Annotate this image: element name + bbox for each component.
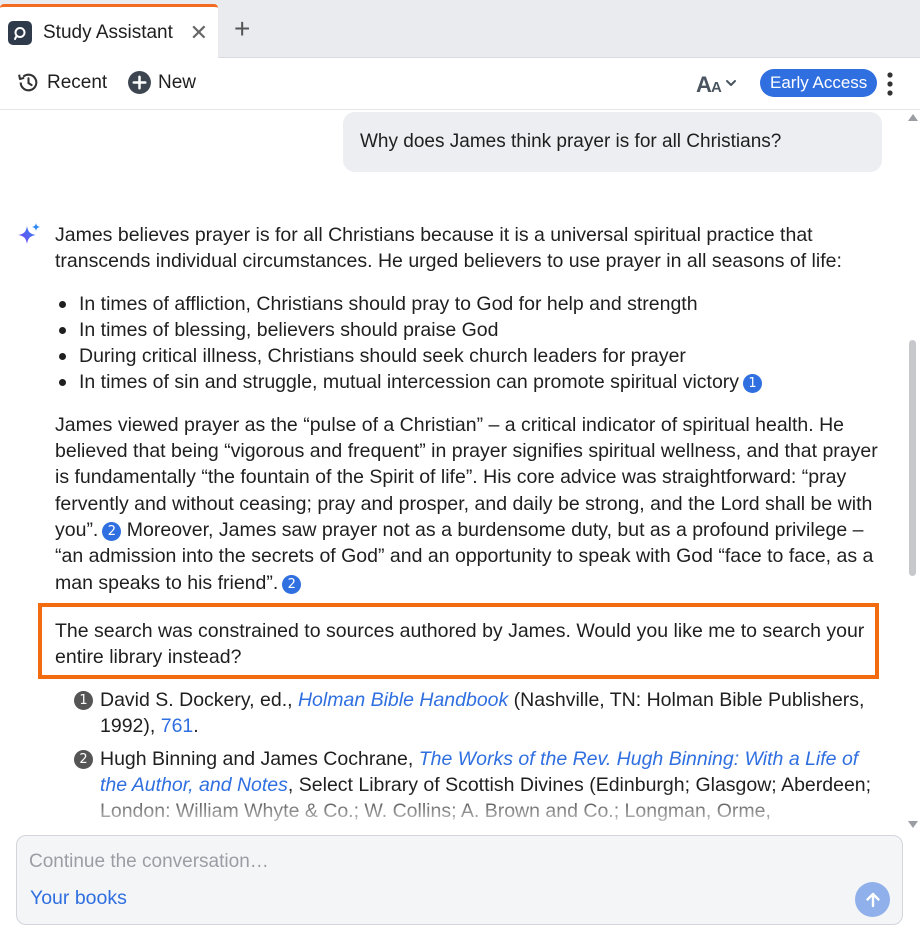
your-books-scope-link[interactable]: Your books	[30, 887, 127, 910]
recent-label: Recent	[47, 71, 108, 93]
new-tab-button[interactable]: +	[234, 14, 250, 44]
user-message: Why does James think prayer is for all C…	[343, 112, 882, 172]
recent-button[interactable]: Recent	[16, 70, 107, 95]
study-assistant-logo-icon	[8, 20, 32, 45]
tab-study-assistant[interactable]: Study Assistant ✕	[0, 4, 218, 58]
citation-badge[interactable]: 2	[282, 574, 302, 594]
reference-number: 2	[74, 749, 93, 769]
tab-title: Study Assistant	[43, 21, 173, 43]
early-access-badge[interactable]: Early Access	[760, 69, 878, 97]
reference-number: 1	[74, 691, 93, 710]
scroll-up-icon[interactable]	[908, 114, 918, 121]
tab-strip: Study Assistant ✕ +	[0, 0, 920, 58]
more-vertical-icon[interactable]	[882, 70, 898, 98]
conversation-panel: Why does James think prayer is for all C…	[0, 110, 904, 832]
scroll-thumb[interactable]	[909, 340, 916, 576]
history-icon	[18, 73, 38, 92]
list-item: In times of blessing, believers should p…	[55, 317, 885, 343]
new-button[interactable]: New	[127, 70, 196, 95]
plus-circle-icon	[128, 71, 151, 94]
content-fade	[0, 790, 904, 832]
svg-text:A: A	[711, 79, 722, 96]
svg-text:A: A	[696, 72, 712, 96]
font-size-button[interactable]: A A	[696, 72, 740, 96]
answer-bullet-list: In times of affliction, Christians shoul…	[55, 291, 885, 396]
citation-badge[interactable]: 1	[743, 374, 763, 394]
close-tab-icon[interactable]: ✕	[190, 21, 208, 45]
assistant-answer: James believes prayer is for all Christi…	[55, 222, 885, 612]
reference-title-link[interactable]: Holman Bible Handbook	[298, 689, 508, 711]
message-input[interactable]	[29, 848, 829, 876]
scroll-down-icon[interactable]	[908, 821, 918, 828]
new-label: New	[158, 71, 197, 93]
composer: Your books	[16, 835, 903, 925]
send-button[interactable]	[855, 882, 890, 917]
reference-page-link[interactable]: 761	[161, 715, 194, 737]
answer-paragraph: James viewed prayer as the “pulse of a C…	[55, 413, 878, 594]
list-item: During critical illness, Christians shou…	[55, 343, 885, 369]
citation-badge[interactable]: 2	[102, 521, 122, 541]
scrollbar[interactable]	[904, 110, 920, 832]
list-item: In times of sin and struggle, mutual int…	[55, 369, 885, 395]
font-size-icon: A A	[696, 72, 736, 96]
list-item: In times of affliction, Christians shoul…	[55, 291, 885, 317]
search-scope-notice: The search was constrained to sources au…	[38, 603, 879, 679]
answer-intro: James believes prayer is for all Christi…	[55, 224, 842, 273]
reference-item: 1 David S. Dockery, ed., Holman Bible Ha…	[74, 687, 874, 740]
arrow-up-icon	[865, 892, 880, 907]
toolbar: Recent New A A Early Access	[0, 58, 920, 110]
sparkle-icon	[18, 223, 40, 244]
